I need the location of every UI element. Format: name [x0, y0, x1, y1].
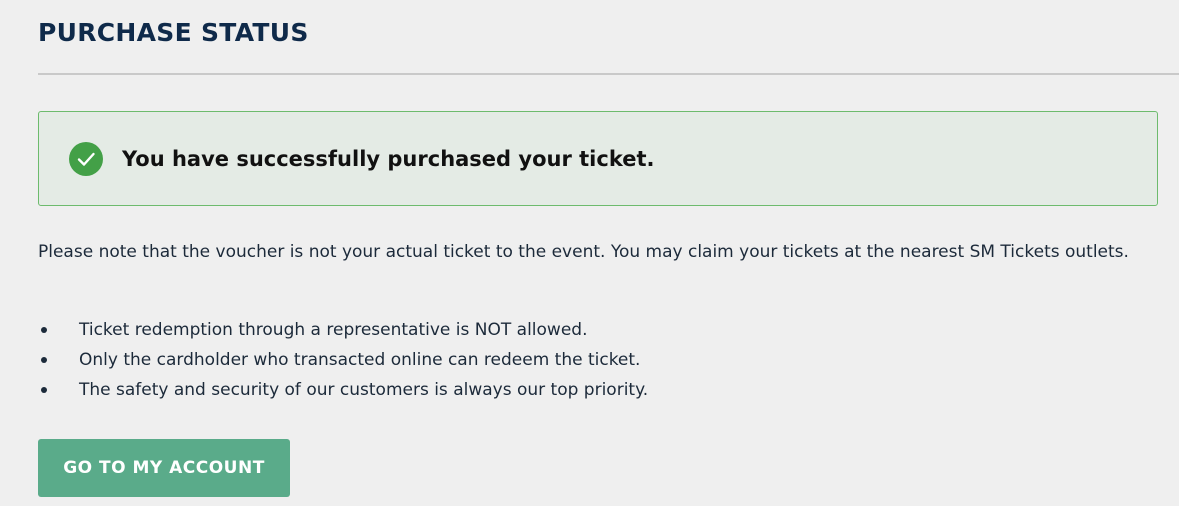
policy-text: The safety and security of our customers… — [79, 380, 649, 400]
policy-list: Ticket redemption through a representati… — [38, 315, 648, 405]
policy-text: Ticket redemption through a representati… — [79, 320, 588, 340]
success-message: You have successfully purchased your tic… — [122, 147, 655, 171]
go-to-my-account-button[interactable]: GO TO MY ACCOUNT — [38, 439, 290, 497]
bullet-dot — [41, 387, 47, 393]
check-circle-icon — [69, 142, 103, 176]
success-alert: You have successfully purchased your tic… — [38, 111, 1158, 206]
page-title: PURCHASE STATUS — [38, 18, 309, 47]
bullet-dot — [41, 327, 47, 333]
policy-list-item: Ticket redemption through a representati… — [38, 315, 648, 345]
title-divider — [38, 73, 1179, 75]
voucher-note: Please note that the voucher is not your… — [38, 242, 1129, 262]
policy-list-item: Only the cardholder who transacted onlin… — [38, 345, 648, 375]
policy-text: Only the cardholder who transacted onlin… — [79, 350, 641, 370]
policy-list-item: The safety and security of our customers… — [38, 375, 648, 405]
bullet-dot — [41, 357, 47, 363]
